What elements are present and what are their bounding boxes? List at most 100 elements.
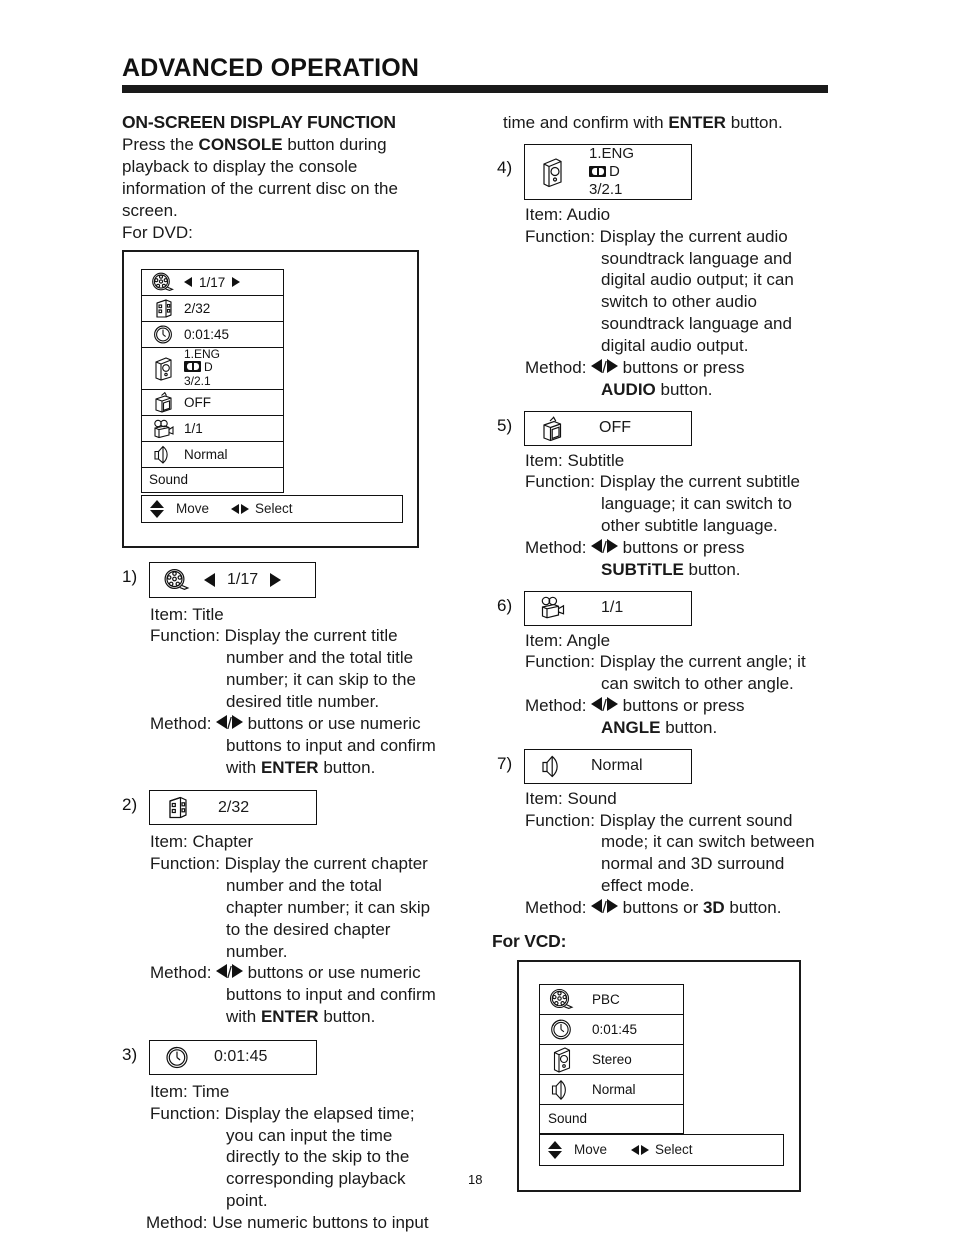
osd-row-subtitle[interactable]: OFF bbox=[141, 388, 284, 415]
item-6-description: Item: Angle Function: Display the curren… bbox=[525, 630, 847, 739]
vcd-osd-row-audio[interactable]: Stereo bbox=[539, 1043, 684, 1074]
osd-subtitle-value: OFF bbox=[184, 394, 211, 410]
item-2-function-l0: Display the current chapter bbox=[224, 854, 428, 874]
right-arrow-icon[interactable] bbox=[232, 277, 241, 288]
item-1-function-l2: number; it can skip to the bbox=[226, 670, 416, 690]
item-2-method-l0: buttons or use numeric bbox=[247, 963, 421, 983]
item-2-sample-box[interactable]: 2/32 bbox=[149, 790, 317, 826]
speaker-icon bbox=[540, 1078, 582, 1101]
item-2-item-line: Item: Chapter bbox=[150, 831, 472, 853]
item-3-method-line: Method: Use numeric buttons to input bbox=[146, 1212, 472, 1234]
osd-row-title[interactable]: 1/17 bbox=[141, 268, 284, 295]
item-1-sample-wrap: 1) 1/17 bbox=[122, 561, 472, 598]
item-6-sample-value: 1/1 bbox=[601, 599, 624, 617]
item-6-method-bold: ANGLE bbox=[601, 717, 661, 737]
manual-page: ADVANCED OPERATION ON-SCREEN DISPLAY FUN… bbox=[0, 0, 954, 1235]
item-4-function-l1: soundtrack language and bbox=[601, 248, 792, 268]
item-1-method-l2: with ENTER button. bbox=[226, 757, 376, 777]
item-3-sample-box[interactable]: 0:01:45 bbox=[149, 1039, 317, 1075]
item-4-sample-box[interactable]: 1.ENG D 3/2.1 bbox=[524, 143, 692, 200]
item-7-method-bold: 3D bbox=[702, 898, 725, 918]
item-3-function-l0: Display the elapsed time; bbox=[224, 1103, 415, 1123]
osd-title-value-group: 1/17 bbox=[184, 275, 283, 290]
item-6-function-l0: Display the current angle; it bbox=[599, 652, 806, 672]
item-3-function-l3: corresponding playback bbox=[226, 1169, 406, 1189]
item-4-item-line: Item: Audio bbox=[525, 204, 847, 226]
right-column: time and confirm with ENTER button. 4) 1… bbox=[492, 112, 847, 1192]
left-arrow-icon[interactable] bbox=[204, 572, 215, 587]
item-2-function-l4: number. bbox=[226, 941, 288, 961]
vcd-osd-audio-value: Stereo bbox=[592, 1051, 632, 1067]
item-1-sample-value: 1/17 bbox=[227, 570, 259, 588]
item-4-sample-wrap: 4) 1.ENG D 3/2.1 bbox=[497, 143, 847, 200]
item-7-sample-value: Normal bbox=[591, 757, 643, 775]
section-heading: ON-SCREEN DISPLAY FUNCTION bbox=[122, 112, 396, 132]
left-arrow-icon bbox=[216, 964, 228, 979]
dolby-digital-icon bbox=[589, 166, 606, 178]
right-arrow-icon bbox=[606, 358, 618, 373]
osd-audio-value-group: 1.ENG D 3/2.1 bbox=[184, 346, 283, 388]
osd-audio-language: 1.ENG bbox=[184, 346, 221, 361]
item-6-method-line: Method: / buttons or press bbox=[525, 696, 745, 716]
console-button-name: CONSOLE bbox=[198, 135, 283, 154]
osd-row-audio[interactable]: 1.ENG D 3/2.1 bbox=[141, 346, 284, 389]
item-6-method-l1: ANGLE button. bbox=[601, 717, 718, 737]
item-6-sample-box[interactable]: 1/1 bbox=[524, 590, 692, 626]
item-7-sample-box[interactable]: Normal bbox=[524, 748, 692, 784]
right-arrow-icon[interactable] bbox=[270, 572, 282, 587]
item-1-method-l1: buttons to input and confirm bbox=[226, 735, 436, 755]
item-1-sample-box[interactable]: 1/17 bbox=[149, 561, 316, 598]
left-right-arrows-icon[interactable] bbox=[231, 503, 250, 514]
left-right-arrows-icon[interactable] bbox=[631, 1144, 650, 1155]
item-2-method-l1: buttons to input and confirm bbox=[226, 985, 436, 1005]
film-reel-icon bbox=[540, 988, 582, 1010]
item-1-method-bold: ENTER bbox=[260, 757, 319, 777]
item-6-number: 6) bbox=[497, 595, 513, 615]
item-5-sample-box[interactable]: OFF bbox=[524, 410, 692, 446]
up-down-arrows-icon[interactable] bbox=[150, 499, 164, 518]
film-reel-icon bbox=[142, 272, 184, 292]
up-down-arrows-icon[interactable] bbox=[548, 1140, 562, 1159]
item-1-function-l3: desired title number. bbox=[226, 691, 380, 711]
item-3-sample-wrap: 3) 0:01:45 bbox=[122, 1039, 472, 1075]
vcd-osd-row-sound[interactable]: Normal bbox=[539, 1073, 684, 1104]
vcd-osd-row-time[interactable]: 0:01:45 bbox=[539, 1013, 684, 1044]
intro-paragraph: Press the CONSOLE button during playback… bbox=[122, 134, 472, 244]
item-7-item-line: Item: Sound bbox=[525, 788, 847, 810]
item-6-item-label: Item: bbox=[525, 630, 563, 650]
item-4-method-line: Method: / buttons or press bbox=[525, 357, 745, 377]
item-5-number: 5) bbox=[497, 415, 513, 435]
item-1-number: 1) bbox=[122, 566, 138, 586]
item-1-sample-value-group: 1/17 bbox=[204, 570, 282, 589]
item-7-function-line: Function: Display the current sound bbox=[525, 810, 847, 832]
film-reel-icon bbox=[150, 568, 204, 591]
vcd-osd-row-sound-label[interactable]: Sound bbox=[539, 1103, 684, 1134]
osd-row-chapter[interactable]: 2/32 bbox=[141, 294, 284, 321]
item-4-item-label: Item: bbox=[525, 204, 563, 224]
osd-sound-label: Sound bbox=[149, 472, 189, 488]
vcd-osd-row-pbc[interactable]: PBC bbox=[539, 983, 684, 1014]
item-7-method-line: Method: / buttons or 3D button. bbox=[525, 898, 782, 918]
item-4-function-l2: digital audio output; it can bbox=[601, 270, 794, 290]
osd-row-angle[interactable]: 1/1 bbox=[141, 414, 284, 441]
item-3-function-line: Function: Display the elapsed time; bbox=[150, 1103, 472, 1125]
item-3-item-label: Item: bbox=[150, 1081, 188, 1101]
header-divider bbox=[122, 85, 828, 93]
clock-icon bbox=[540, 1018, 582, 1041]
item-4-method-l0: buttons or press bbox=[622, 357, 745, 377]
item-4-method-l1: AUDIO button. bbox=[601, 379, 713, 399]
osd-audio-channels: 3/2.1 bbox=[184, 373, 211, 388]
item-6-item-line: Item: Angle bbox=[525, 630, 847, 652]
right-arrow-icon bbox=[606, 538, 618, 553]
tv-icon bbox=[142, 391, 184, 413]
osd-row-sound-label[interactable]: Sound bbox=[141, 466, 284, 493]
osd-row-time[interactable]: 0:01:45 bbox=[141, 320, 284, 347]
item-1-function-l0: Display the current title bbox=[224, 626, 398, 646]
item-6-function-line: Function: Display the current angle; it bbox=[525, 651, 847, 673]
item-3-function-label: Function: bbox=[150, 1103, 220, 1123]
item-4-audio-format: D bbox=[589, 163, 620, 181]
dolby-digital-icon bbox=[184, 361, 201, 373]
osd-row-sound[interactable]: Normal bbox=[141, 440, 284, 467]
item-4-function-line: Function: Display the current audio bbox=[525, 226, 847, 248]
left-arrow-icon[interactable] bbox=[184, 277, 192, 288]
